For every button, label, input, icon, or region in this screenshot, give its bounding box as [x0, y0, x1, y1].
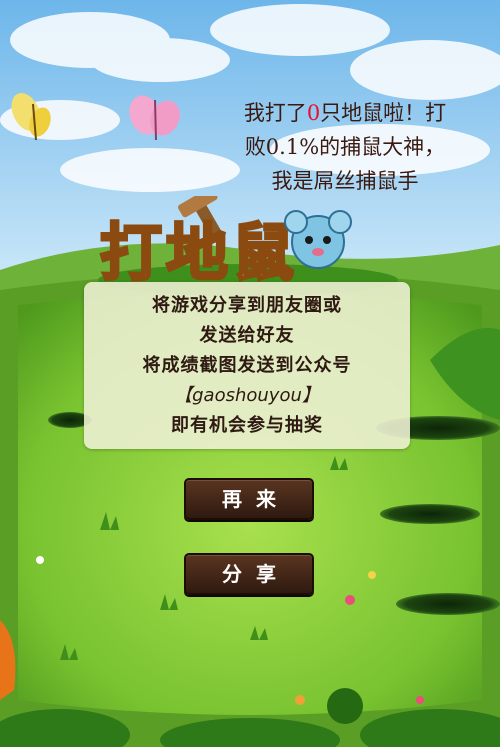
- result-line-2: 败0.1%的捕鼠大神，: [244, 135, 446, 159]
- panel-line-5: 即有机会参与抽奖: [171, 415, 323, 436]
- mole-count: 0: [306, 101, 321, 125]
- result-prefix: 我打了: [243, 101, 307, 125]
- logo-text: 打地鼠: [100, 216, 298, 289]
- panel-line-2: 发送给好友: [199, 325, 295, 346]
- game-logo: 打地鼠: [98, 196, 398, 296]
- result-suffix: 只地鼠啦！打: [320, 101, 447, 125]
- share-button[interactable]: 分享: [184, 553, 314, 595]
- panel-line-1: 将游戏分享到朋友圈或: [152, 295, 342, 316]
- share-instructions-panel: 将游戏分享到朋友圈或 发送给好友 将成绩截图发送到公众号 【gaoshouyou…: [84, 282, 410, 449]
- result-line-3: 我是屌丝捕鼠手: [271, 169, 419, 193]
- result-message: 我打了0只地鼠啦！打 败0.1%的捕鼠大神， 我是屌丝捕鼠手: [200, 96, 490, 198]
- official-account-name: 【gaoshouyou】: [174, 385, 320, 406]
- result-line-1: 我打了0只地鼠啦！打: [200, 96, 490, 130]
- panel-line-3: 将成绩截图发送到公众号: [142, 355, 352, 376]
- play-again-button[interactable]: 再来: [184, 478, 314, 520]
